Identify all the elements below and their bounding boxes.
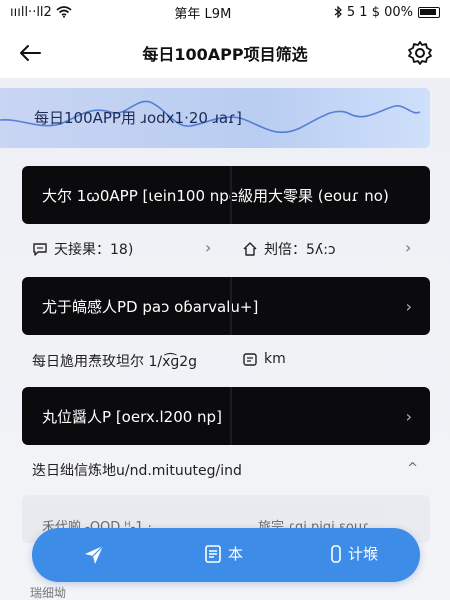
row-2-left-text: 每日尯用焘玫坦尔 1/x͡ɡ2g — [32, 354, 198, 370]
footer-text: 迭日绌信炼地u/nd.mituuteg/ind — [32, 463, 242, 479]
tab-plan-label: 计堠 — [348, 545, 379, 563]
bottom-cutoff-text: 瑞细坳 — [30, 586, 67, 600]
home-icon — [243, 242, 257, 256]
bottom-nav-bar: 本 计堠 — [32, 528, 420, 582]
info-row-2: 每日尯用焘玫坦尔 1/x͡ɡ2g km — [22, 340, 430, 380]
chevron-right-icon[interactable]: › — [405, 238, 411, 257]
paper-plane-icon — [85, 545, 104, 564]
status-bar: ıııll··ll2 第年 L9M 5 1 $ 00% — [0, 0, 450, 24]
tab-plan[interactable]: 计堠 — [330, 543, 378, 564]
chevron-right-icon[interactable]: › — [205, 238, 211, 257]
chat-icon — [33, 243, 47, 256]
signal-text: ıııll··ll2 — [10, 4, 52, 20]
info-cell-right[interactable]: km — [242, 351, 286, 367]
wifi-icon — [56, 6, 72, 18]
tab-document-label: 本 — [228, 545, 244, 563]
back-arrow-icon[interactable] — [16, 39, 44, 67]
row-2-right-text: km — [264, 351, 286, 367]
row-1-right-text: 刔倍：5ʎ:ɔ — [264, 242, 336, 258]
info-row-1: 天接果：18) › 刔倍：5ʎ:ɔ › — [22, 228, 430, 268]
info-cell-left[interactable]: 天接果：18) — [32, 239, 133, 259]
page-title: 每日100APP项目筛选 — [142, 45, 308, 64]
card-divider — [230, 166, 232, 224]
card-1-text: 大尔 1ꞷ0APP [ɩein100 npe級用大零果 (eouɾ no) — [42, 186, 389, 205]
row-1-left-text: 天接果：18) — [54, 242, 134, 258]
project-card-2[interactable]: 尤于皜感人PD paɔ oɓarvalu+] › — [22, 277, 430, 335]
tab-send[interactable] — [82, 543, 112, 567]
gear-icon[interactable] — [406, 39, 434, 67]
banner-text: 每日100APP用 ɹodx1·20 ɹaɾ] — [34, 109, 242, 127]
document-icon — [205, 544, 221, 563]
bookmark-icon — [331, 544, 341, 563]
card-divider — [230, 277, 232, 335]
banner[interactable]: 每日100APP用 ɹodx1·20 ɹaɾ] — [0, 88, 430, 148]
card-2-text: 尤于皜感人PD paɔ oɓarvalu+] — [42, 297, 259, 316]
chevron-up-icon[interactable]: ^ — [407, 461, 418, 476]
info-cell-right[interactable]: 刔倍：5ʎ:ɔ — [242, 239, 336, 259]
battery-text: 5 1 $ 00% — [346, 4, 413, 20]
tab-document[interactable]: 本 — [204, 543, 243, 564]
card-3-text: 丸位醤人P [oerx.l200 np] — [42, 407, 222, 426]
info-cell-left[interactable]: 每日尯用焘玫坦尔 1/x͡ɡ2g — [32, 351, 197, 371]
project-card-1[interactable]: 大尔 1ꞷ0APP [ɩein100 npe級用大零果 (eouɾ no) — [22, 166, 430, 224]
card-divider — [230, 387, 232, 445]
project-card-3[interactable]: 丸位醤人P [oerx.l200 np] › — [22, 387, 430, 445]
bluetooth-icon — [334, 6, 342, 18]
chevron-right-icon: › — [405, 407, 412, 426]
status-left: ıııll··ll2 — [10, 5, 72, 20]
chevron-right-icon: › — [405, 297, 412, 316]
carrier-time: 第年 L9M — [174, 6, 232, 22]
status-right: 5 1 $ 00% — [334, 5, 440, 20]
battery-icon — [418, 6, 440, 18]
header: 每日100APP项目筛选 — [0, 30, 450, 76]
calendar-icon — [243, 353, 257, 366]
